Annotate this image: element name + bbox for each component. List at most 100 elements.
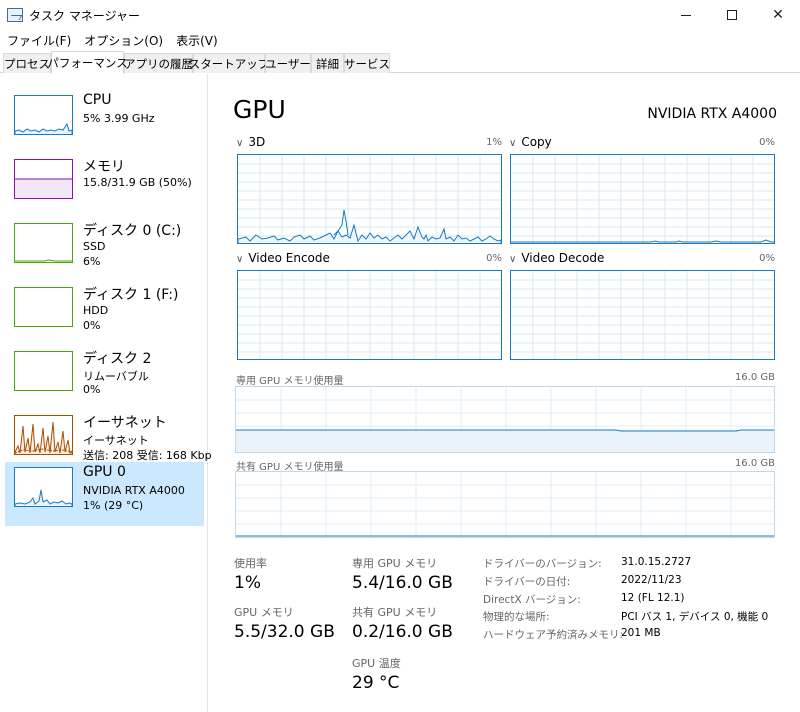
close-button[interactable]: ✕ [755, 0, 800, 30]
menu-options[interactable]: オプション(O) [77, 32, 169, 49]
sidebar-item-type: リムーバブル [83, 370, 149, 383]
sidebar-item-disk-0[interactable]: ディスク 0 (C:) SSD 6% [5, 218, 204, 282]
sidebar-item-usage: 0% [83, 319, 101, 332]
engine-graph-3d [237, 154, 502, 244]
page-title: GPU [233, 95, 286, 124]
tab-app-history[interactable]: アプリの履歴 [124, 53, 193, 73]
memory-thumbnail-graph [14, 159, 73, 199]
dedicated-memory-stat-label: 専用 GPU メモリ [352, 557, 438, 570]
engine-label: Copy [521, 135, 552, 149]
shared-memory-stat-value: 0.2/16.0 GB [352, 622, 453, 642]
engine-graph-video-decode-plot [511, 271, 774, 359]
engine-percent: 0% [759, 253, 775, 264]
dedicated-memory-graph [235, 386, 775, 453]
engine-percent: 0% [486, 253, 502, 264]
task-manager-app-icon [7, 8, 23, 22]
disk0-sparkline [15, 259, 72, 262]
resource-sidebar: CPU 5% 3.99 GHz メモリ 15.8/31.9 GB (50%) デ… [0, 74, 212, 712]
reserved-memory-key: ハードウェア予約済みメモリ: [483, 629, 624, 641]
window-title: タスク マネージャー [29, 9, 140, 23]
sidebar-item-name: CPU [83, 92, 112, 108]
directx-version-value: 12 (FL 12.1) [621, 592, 685, 604]
tab-startup[interactable]: スタートアップ [189, 53, 269, 73]
engine-graph-copy-plot [511, 155, 774, 243]
engine-graph-video-encode-plot [238, 271, 501, 359]
menu-view[interactable]: 表示(V) [169, 32, 224, 49]
driver-date-value: 2022/11/23 [621, 574, 682, 586]
driver-version-key: ドライバーのバージョン: [483, 558, 602, 570]
cpu-thumbnail-graph [14, 95, 73, 135]
driver-version-value: 31.0.15.2727 [621, 556, 692, 568]
gpu-thumbnail-graph [14, 467, 73, 507]
sidebar-item-usage: 1% (29 °C) [83, 499, 144, 512]
engine-graph-video-decode [510, 270, 775, 360]
sidebar-item-name: ディスク 2 [83, 351, 152, 367]
sidebar-item-usage: 0% [83, 383, 101, 396]
sidebar-item-cpu[interactable]: CPU 5% 3.99 GHz [5, 90, 204, 154]
sidebar-item-name: メモリ [83, 159, 125, 175]
engine-label: Video Encode [248, 251, 330, 265]
usage-value: 1% [234, 573, 261, 593]
gpu-temperature-value: 29 °C [352, 673, 400, 693]
physical-location-key: 物理的な場所: [483, 611, 550, 623]
engine-selector-copy[interactable]: ∨ Copy [509, 135, 552, 149]
tab-details[interactable]: 詳細 [311, 53, 344, 73]
memory-fill-graph [15, 178, 72, 198]
maximize-button[interactable] [709, 0, 755, 30]
sidebar-item-gpu-0[interactable]: GPU 0 NVIDIA RTX A4000 1% (29 °C) [5, 462, 204, 526]
sidebar-item-memory[interactable]: メモリ 15.8/31.9 GB (50%) [5, 154, 204, 218]
disk2-thumbnail-graph [14, 351, 73, 391]
chevron-down-icon: ∨ [236, 254, 244, 265]
chevron-down-icon: ∨ [236, 138, 244, 149]
gpu-memory-label: GPU メモリ [234, 606, 294, 619]
chevron-down-icon: ∨ [509, 138, 517, 149]
sidebar-item-detail: 5% 3.99 GHz [83, 112, 155, 125]
sidebar-item-model: NVIDIA RTX A4000 [83, 484, 185, 497]
engine-graph-video-encode [237, 270, 502, 360]
sidebar-item-name: ディスク 1 (F:) [83, 287, 179, 303]
sidebar-item-name: GPU 0 [83, 464, 126, 480]
ethernet-thumbnail-graph [14, 415, 73, 455]
gpu-sparkline [15, 489, 72, 506]
cpu-sparkline [15, 122, 72, 134]
engine-label: 3D [248, 135, 266, 149]
title-bar: タスク マネージャー ✕ [0, 0, 800, 30]
tab-performance[interactable]: パフォーマンス [47, 51, 128, 74]
ethernet-sparkline [15, 421, 72, 454]
sidebar-item-usage: 6% [83, 255, 101, 268]
shared-memory-graph [235, 471, 775, 538]
sidebar-item-disk-1[interactable]: ディスク 1 (F:) HDD 0% [5, 282, 204, 346]
directx-version-key: DirectX バージョン: [483, 594, 581, 606]
menu-file[interactable]: ファイル(F) [0, 32, 77, 49]
dedicated-memory-plot [236, 387, 774, 452]
sidebar-item-type: SSD [83, 240, 106, 253]
sidebar-item-type: HDD [83, 304, 109, 317]
close-icon: ✕ [772, 7, 784, 23]
sidebar-item-disk-2[interactable]: ディスク 2 リムーバブル 0% [5, 346, 204, 410]
engine-selector-3d[interactable]: ∨ 3D [236, 135, 265, 149]
engine-graph-copy [510, 154, 775, 244]
tab-services[interactable]: サービス [344, 53, 390, 73]
minimize-button[interactable] [663, 0, 709, 30]
dedicated-memory-label: 専用 GPU メモリ使用量 [236, 376, 344, 387]
shared-memory-plot [236, 472, 774, 537]
menu-bar: ファイル(F) オプション(O) 表示(V) [0, 30, 800, 50]
tab-processes[interactable]: プロセス [3, 53, 51, 73]
sidebar-item-name: ディスク 0 (C:) [83, 223, 182, 239]
reserved-memory-value: 201 MB [621, 627, 661, 639]
maximize-icon [727, 10, 737, 20]
engine-graph-3d-plot [238, 155, 501, 243]
tab-strip: プロセス パフォーマンス アプリの履歴 スタートアップ ユーザー 詳細 サービス [0, 51, 800, 74]
shared-memory-stat-label: 共有 GPU メモリ [352, 606, 438, 619]
disk0-thumbnail-graph [14, 223, 73, 263]
dedicated-memory-stat-value: 5.4/16.0 GB [352, 573, 453, 593]
engine-selector-video-encode[interactable]: ∨ Video Encode [236, 251, 330, 265]
physical-location-value: PCI バス 1, デバイス 0, 機能 0 [621, 611, 769, 623]
chevron-down-icon: ∨ [509, 254, 517, 265]
engine-percent: 0% [759, 137, 775, 148]
engine-selector-video-decode[interactable]: ∨ Video Decode [509, 251, 604, 265]
sidebar-item-throughput: 送信: 208 受信: 168 Kbp [83, 449, 212, 462]
engine-percent: 1% [486, 137, 502, 148]
tab-users[interactable]: ユーザー [265, 53, 311, 73]
gpu-memory-value: 5.5/32.0 GB [234, 622, 335, 642]
